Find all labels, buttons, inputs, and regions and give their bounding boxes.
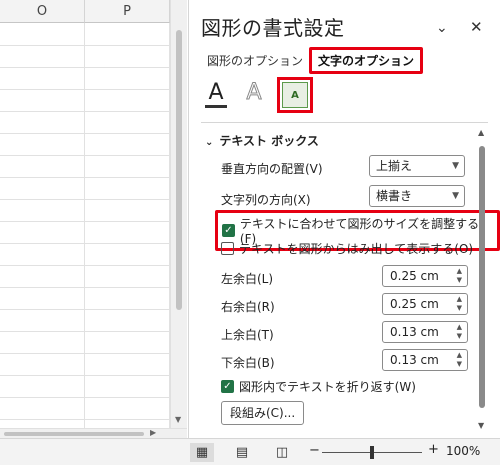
close-icon[interactable]: ✕ — [470, 18, 483, 36]
textbox-icon-button[interactable]: A — [277, 77, 313, 113]
grid-line — [0, 45, 170, 46]
tab-text-options[interactable]: 文字のオプション — [309, 46, 424, 74]
margin-bottom-input[interactable]: 0.13 cm ▲ ▼ — [382, 349, 468, 371]
spreadsheet-area[interactable]: O P ▼ ▶ — [0, 0, 188, 438]
grid-line — [0, 331, 170, 332]
column-header-p[interactable]: P — [85, 0, 170, 23]
textbox-icon: A — [282, 82, 308, 108]
column-p-label: P — [123, 4, 131, 19]
chevron-down-icon: ▼ — [452, 191, 459, 201]
margin-right-value: 0.25 cm — [390, 297, 439, 311]
zoom-slider-knob[interactable] — [370, 446, 374, 459]
text-options-icon-row: A A A — [201, 77, 313, 113]
margin-left-value: 0.25 cm — [390, 269, 439, 283]
zoom-out-icon[interactable]: − — [309, 443, 320, 458]
wrap-checkbox[interactable]: ✓ — [221, 380, 234, 393]
chevron-down-icon: ⌄ — [205, 137, 214, 148]
grid-line — [0, 243, 170, 244]
pane-title: 図形の書式設定 — [201, 16, 345, 40]
pane-scrollbar[interactable]: ▲ ▼ — [475, 124, 489, 430]
scroll-up-icon[interactable]: ▲ — [478, 128, 484, 137]
grid-line — [84, 23, 85, 428]
section-title: テキスト ボックス — [219, 134, 319, 148]
grid-line — [0, 89, 170, 90]
chevron-down-icon: ▼ — [452, 161, 459, 171]
overflow-checkbox[interactable] — [221, 242, 234, 255]
text-fill-icon[interactable]: A — [201, 80, 231, 110]
columns-button[interactable]: 段組み(C)... — [221, 401, 305, 425]
sheet-horizontal-scrollbar[interactable]: ▶ — [0, 428, 187, 438]
section-textbox-header[interactable]: ⌄ テキスト ボックス — [205, 132, 319, 149]
divider — [201, 122, 488, 123]
sheet-vertical-scrollbar[interactable]: ▼ — [170, 0, 187, 428]
margin-bottom-label: 下余白(B) — [221, 356, 275, 370]
margin-top-label: 上余白(T) — [221, 328, 274, 342]
grid-line — [0, 199, 170, 200]
pane-tabs: 図形のオプション 文字のオプション — [201, 46, 424, 74]
column-header-o[interactable]: O — [0, 0, 85, 23]
tab-shape-options[interactable]: 図形のオプション — [201, 49, 309, 72]
text-outline-icon[interactable]: A — [239, 80, 269, 110]
margin-top-input[interactable]: 0.13 cm ▲ ▼ — [382, 321, 468, 343]
spinner-icon[interactable]: ▲ ▼ — [457, 323, 462, 341]
autofit-checkbox[interactable]: ✓ — [222, 224, 235, 237]
margin-right-input[interactable]: 0.25 cm ▲ ▼ — [382, 293, 468, 315]
margin-bottom-value: 0.13 cm — [390, 353, 439, 367]
grid-line — [0, 155, 170, 156]
grid-line — [0, 397, 170, 398]
scroll-thumb[interactable] — [4, 432, 144, 436]
scroll-down-icon[interactable]: ▼ — [175, 415, 181, 424]
grid-line — [0, 353, 170, 354]
scroll-right-icon[interactable]: ▶ — [150, 428, 156, 437]
overflow-checkbox-row[interactable]: テキストを図形からはみ出して表示する(O) — [221, 240, 473, 257]
vertical-align-value: 上揃え — [376, 159, 413, 173]
margin-left-input[interactable]: 0.25 cm ▲ ▼ — [382, 265, 468, 287]
chevron-down-icon[interactable]: ⌄ — [436, 20, 448, 36]
grid-line — [0, 111, 170, 112]
grid-line — [0, 265, 170, 266]
grid-line — [0, 287, 170, 288]
wrap-checkbox-row[interactable]: ✓ 図形内でテキストを折り返す(W) — [221, 378, 416, 395]
grid-line — [0, 177, 170, 178]
grid-line — [0, 419, 170, 420]
page-layout-view-icon[interactable]: ▤ — [230, 443, 254, 462]
column-o-label: O — [36, 4, 48, 19]
wrap-label: 図形内でテキストを折り返す(W) — [239, 380, 416, 394]
margin-right-label: 右余白(R) — [221, 300, 275, 314]
grid-line — [0, 67, 170, 68]
zoom-level[interactable]: 100% — [446, 444, 480, 458]
text-direction-select[interactable]: 横書き ▼ — [369, 185, 465, 207]
grid-line — [0, 375, 170, 376]
spinner-icon[interactable]: ▲ ▼ — [457, 267, 462, 285]
scroll-thumb[interactable] — [176, 30, 182, 310]
page-break-view-icon[interactable]: ◫ — [270, 443, 294, 462]
margin-top-value: 0.13 cm — [390, 325, 439, 339]
scroll-thumb[interactable] — [479, 146, 485, 408]
vertical-align-select[interactable]: 上揃え ▼ — [369, 155, 465, 177]
format-shape-pane: 図形の書式設定 ⌄ ✕ 図形のオプション 文字のオプション A A A ⌄ テキス… — [188, 0, 500, 438]
overflow-label: テキストを図形からはみ出して表示する(O) — [239, 242, 474, 256]
spinner-icon[interactable]: ▲ ▼ — [457, 295, 462, 313]
text-direction-value: 横書き — [376, 189, 413, 203]
text-direction-label: 文字列の方向(X) — [221, 193, 311, 207]
grid-line — [0, 133, 170, 134]
status-bar: ▦ ▤ ◫ − + 100% — [0, 438, 500, 465]
normal-view-icon[interactable]: ▦ — [190, 443, 214, 462]
vertical-align-label: 垂直方向の配置(V) — [221, 162, 323, 176]
grid-line — [0, 309, 170, 310]
spinner-icon[interactable]: ▲ ▼ — [457, 351, 462, 369]
scroll-down-icon[interactable]: ▼ — [478, 421, 484, 430]
grid-line — [0, 221, 170, 222]
margin-left-label: 左余白(L) — [221, 272, 274, 286]
zoom-in-icon[interactable]: + — [428, 442, 439, 457]
